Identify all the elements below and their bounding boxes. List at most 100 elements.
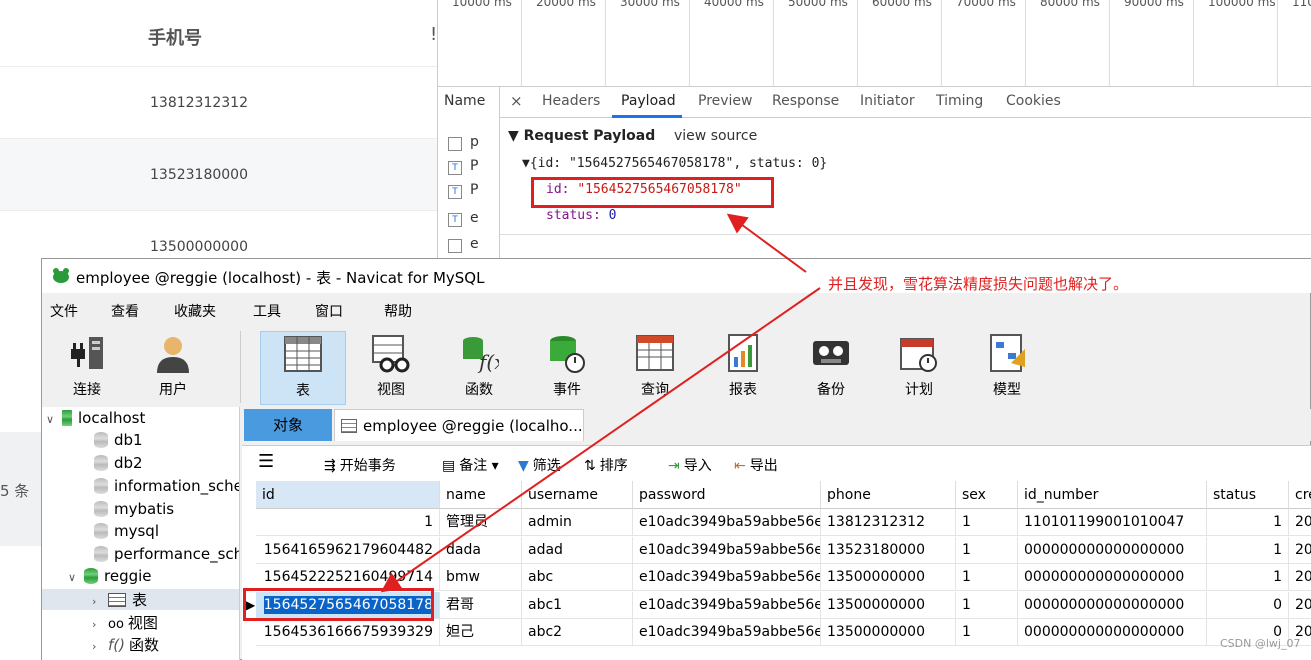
backup-button[interactable]: 备份 — [788, 331, 874, 405]
menu-window[interactable]: 窗口 — [315, 301, 343, 321]
menu-help[interactable]: 帮助 — [384, 301, 412, 321]
cell-name[interactable]: 妲己 — [440, 619, 522, 646]
tree-item-localhost[interactable]: ∨ localhost — [46, 409, 145, 427]
tab-employee[interactable]: employee @reggie (localho... — [334, 409, 584, 441]
cell-create-time[interactable]: 20 — [1289, 564, 1311, 591]
menu-icon[interactable]: ☰ — [258, 451, 274, 472]
cell-status[interactable]: 1 — [1207, 564, 1289, 591]
event-button[interactable]: 事件 — [524, 331, 610, 405]
tree-item-performance-schema[interactable]: performance_sch — [94, 545, 239, 563]
request-item[interactable]: P — [470, 158, 478, 174]
cell-phone[interactable]: 13523180000 — [821, 536, 956, 564]
cell-sex[interactable]: 1 — [956, 591, 1018, 619]
tab-response[interactable]: Response — [772, 93, 839, 109]
cell-password[interactable]: e10adc3949ba59abbe56e — [633, 619, 821, 646]
request-item[interactable]: p — [470, 134, 479, 150]
cell-create-time[interactable]: 20 — [1289, 509, 1311, 536]
cell-password[interactable]: e10adc3949ba59abbe56e — [633, 536, 821, 564]
cell-id[interactable]: 1564527565467058178 — [256, 591, 440, 619]
cell-sex[interactable]: 1 — [956, 619, 1018, 646]
tree-item-mybatis[interactable]: mybatis — [94, 500, 174, 518]
tree-item-mysql[interactable]: mysql — [94, 522, 159, 540]
chevron-right-icon[interactable]: › — [92, 595, 108, 608]
cell-name[interactable]: bmw — [440, 564, 522, 591]
view-button[interactable]: 视图 — [348, 331, 434, 405]
payload-object[interactable]: ▼{id: "1564527565467058178", status: 0} — [522, 156, 827, 171]
close-icon[interactable]: × — [510, 92, 523, 110]
tab-cookies[interactable]: Cookies — [1006, 93, 1061, 109]
cell-password[interactable]: e10adc3949ba59abbe56e — [633, 564, 821, 591]
schedule-button[interactable]: 计划 — [876, 331, 962, 405]
tree-item-information-schema[interactable]: information_sche — [94, 477, 239, 495]
request-item[interactable]: e — [470, 236, 479, 252]
cell-id-number[interactable]: 000000000000000000 — [1018, 619, 1207, 646]
report-button[interactable]: 报表 — [700, 331, 786, 405]
cell-sex[interactable]: 1 — [956, 536, 1018, 564]
connect-button[interactable]: 连接 — [44, 331, 130, 405]
table-button[interactable]: 表 — [260, 331, 346, 405]
cell-sex[interactable]: 1 — [956, 564, 1018, 591]
cell-status[interactable]: 1 — [1207, 536, 1289, 564]
cell-id[interactable]: 1 — [256, 509, 440, 536]
chevron-right-icon[interactable]: › — [92, 640, 108, 653]
column-header-id-number[interactable]: id_number — [1018, 481, 1207, 509]
cell-sex[interactable]: 1 — [956, 509, 1018, 536]
cell-id[interactable]: 1564536166675939329 — [256, 619, 440, 646]
cell-id[interactable]: 1564165962179604482 — [256, 536, 440, 564]
cell-username[interactable]: adad — [522, 536, 633, 564]
column-header-id[interactable]: id — [256, 481, 440, 509]
cell-username[interactable]: abc1 — [522, 591, 633, 619]
note-button[interactable]: ▤ 备注 ▾ — [442, 455, 499, 475]
column-header-name[interactable]: name — [440, 481, 522, 509]
cell-id-number[interactable]: 110101199001010047 — [1018, 509, 1207, 536]
tab-payload[interactable]: Payload — [621, 93, 676, 109]
request-payload-title[interactable]: ▼ Request Payload — [508, 128, 655, 144]
cell-password[interactable]: e10adc3949ba59abbe56e — [633, 591, 821, 619]
cell-id-number[interactable]: 000000000000000000 — [1018, 536, 1207, 564]
column-header-username[interactable]: username — [522, 481, 633, 509]
cell-status[interactable]: 0 — [1207, 591, 1289, 619]
cell-username[interactable]: abc2 — [522, 619, 633, 646]
export-button[interactable]: ⇤ 导出 — [734, 455, 778, 475]
chevron-down-icon[interactable]: ∨ — [68, 571, 84, 584]
menu-view[interactable]: 查看 — [111, 301, 139, 321]
cell-create-time[interactable]: 20 — [1289, 537, 1311, 564]
query-button[interactable]: 查询 — [612, 331, 698, 405]
cell-password[interactable]: e10adc3949ba59abbe56e — [633, 509, 821, 536]
cell-username[interactable]: admin — [522, 509, 633, 536]
column-header-sex[interactable]: sex — [956, 481, 1018, 509]
tab-timing[interactable]: Timing — [936, 93, 983, 109]
column-header-phone[interactable]: phone — [821, 481, 956, 509]
cell-name[interactable]: 管理员 — [440, 509, 522, 536]
list-item[interactable]: 13523180000 — [0, 138, 437, 210]
list-item[interactable]: 13812312312 — [0, 66, 437, 138]
tree-item-reggie[interactable]: ∨ reggie — [68, 567, 152, 585]
menu-file[interactable]: 文件 — [50, 301, 78, 321]
tab-preview[interactable]: Preview — [698, 93, 753, 109]
tree-item-db1[interactable]: db1 — [94, 431, 143, 449]
begin-transaction-button[interactable]: ⇶ 开始事务 — [324, 455, 396, 475]
model-button[interactable]: 模型 — [964, 331, 1050, 405]
cell-id-number[interactable]: 000000000000000000 — [1018, 564, 1207, 591]
chevron-right-icon[interactable]: › — [92, 618, 108, 631]
tab-headers[interactable]: Headers — [542, 93, 600, 109]
function-button[interactable]: f(x) 函数 — [436, 331, 522, 405]
cell-id[interactable]: 1564522252160499714 — [256, 564, 440, 591]
cell-phone[interactable]: 13500000000 — [821, 619, 956, 646]
cell-create-time[interactable]: 20 — [1289, 592, 1311, 619]
request-item[interactable]: P — [470, 182, 478, 198]
column-header-create-time[interactable]: cre — [1289, 481, 1311, 509]
menu-tools[interactable]: 工具 — [253, 301, 281, 321]
import-button[interactable]: ⇥ 导入 — [668, 455, 712, 475]
request-item[interactable]: e — [470, 210, 479, 226]
sort-button[interactable]: ⇅ 排序 — [584, 455, 628, 475]
chevron-down-icon[interactable]: ∨ — [46, 413, 62, 426]
tree-item-tables[interactable]: › 表 — [42, 589, 239, 610]
cell-phone[interactable]: 13500000000 — [821, 591, 956, 619]
tree-item-functions[interactable]: › f() 函数 — [92, 634, 159, 655]
cell-phone[interactable]: 13812312312 — [821, 509, 956, 536]
column-header-status[interactable]: status — [1207, 481, 1289, 509]
tree-item-db2[interactable]: db2 — [94, 454, 143, 472]
tab-initiator[interactable]: Initiator — [860, 93, 915, 109]
cell-name[interactable]: 君哥 — [440, 591, 522, 619]
